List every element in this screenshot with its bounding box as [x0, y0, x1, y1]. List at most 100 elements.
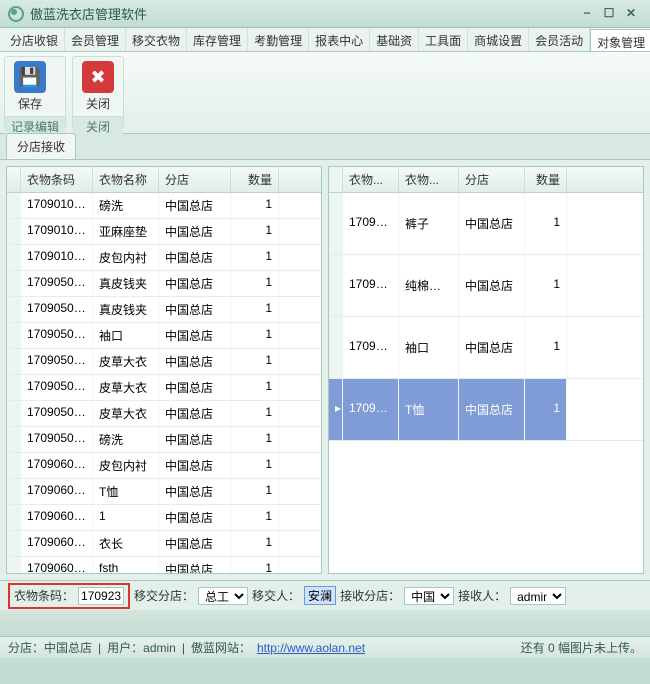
cell-qty: 1: [231, 297, 279, 322]
col-header[interactable]: 分店: [459, 167, 525, 192]
cell-code: 170923...: [343, 193, 399, 254]
table-row[interactable]: 1709050 0...真皮钱夹中国总店1: [7, 297, 321, 323]
window-title: 傲蓝洗衣店管理软件: [30, 4, 576, 23]
table-row[interactable]: 1709050 0...真皮钱夹中国总店1: [7, 271, 321, 297]
cell-qty: 1: [231, 349, 279, 374]
cell-shop: 中国总店: [159, 245, 231, 270]
cell-code: 1709050 0...: [21, 401, 93, 426]
status-user: 用户：admin: [107, 639, 176, 656]
statusbar: 分店：中国总店 | 用户：admin | 傲蓝网站： http://www.ao…: [0, 636, 650, 658]
table-row[interactable]: 1709050 0...皮草大衣中国总店1: [7, 349, 321, 375]
menu-item[interactable]: 分店收银: [4, 28, 65, 51]
minimize-button[interactable]: −: [576, 5, 598, 23]
cell-name: 裤子: [399, 193, 459, 254]
cell-code: 1709060 0...: [21, 479, 93, 504]
table-row[interactable]: 1709060 0...皮包内衬中国总店1: [7, 453, 321, 479]
cell-shop: 中国总店: [159, 193, 231, 218]
cell-code: 1709060 0...: [21, 453, 93, 478]
menu-item[interactable]: 报表中心: [309, 28, 370, 51]
maximize-button[interactable]: ☐: [598, 5, 620, 23]
cell-code: 170909...: [343, 317, 399, 378]
barcode-highlight: 衣物条码：: [8, 583, 130, 609]
menu-item[interactable]: 工具面: [419, 28, 468, 51]
col-header[interactable]: 数量: [525, 167, 567, 192]
cell-code: 1709050 0...: [21, 297, 93, 322]
table-row[interactable]: 1709060 0...衣长中国总店1: [7, 531, 321, 557]
cell-name: 皮草大衣: [93, 401, 159, 426]
transfer-shop-label: 移交分店：: [134, 587, 194, 604]
bottom-bar: 衣物条码： 移交分店： 总工厂 移交人： 安澜 接收分店： 中国总 接收人： a…: [0, 580, 650, 610]
table-row[interactable]: 170923...纯棉衬衫中国总店1: [329, 255, 643, 317]
table-row[interactable]: 1709010 0...磅洗中国总店1: [7, 193, 321, 219]
table-row[interactable]: 1709050 0...袖口中国总店1: [7, 323, 321, 349]
cell-shop: 中国总店: [159, 349, 231, 374]
ribbon: 💾保存记录编辑✖关闭关闭: [0, 52, 650, 134]
table-row[interactable]: 1709050 0...磅洗中国总店1: [7, 427, 321, 453]
cell-shop: 中国总店: [159, 531, 231, 556]
col-header[interactable]: 衣物名称: [93, 167, 159, 192]
cell-name: 皮包内衬: [93, 245, 159, 270]
cell-shop: 中国总店: [159, 401, 231, 426]
cell-code: 1709050 0...: [21, 271, 93, 296]
cell-qty: 1: [525, 379, 567, 440]
close-button-icon: ✖: [82, 61, 114, 93]
table-row[interactable]: 1709060 0...fsth中国总店1: [7, 557, 321, 573]
col-header[interactable]: 衣物条码: [21, 167, 93, 192]
close-button[interactable]: ✖关闭: [75, 59, 121, 114]
cell-shop: 中国总店: [159, 271, 231, 296]
col-header[interactable]: 衣物...: [399, 167, 459, 192]
col-header[interactable]: 分店: [159, 167, 231, 192]
menu-item[interactable]: 考勤管理: [248, 28, 309, 51]
table-row[interactable]: 1709060 0...1中国总店1: [7, 505, 321, 531]
status-site-link[interactable]: http://www.aolan.net: [257, 641, 365, 655]
table-row[interactable]: 170923...裤子中国总店1: [329, 193, 643, 255]
ribbon-caption: 关闭: [73, 116, 123, 136]
transfer-person-select[interactable]: 安澜: [304, 586, 336, 605]
table-row[interactable]: 170909...袖口中国总店1: [329, 317, 643, 379]
content-area: 衣物条码 衣物名称 分店 数量 1709010 0...磅洗中国总店117090…: [0, 160, 650, 580]
menu-item[interactable]: 移交衣物: [126, 28, 187, 51]
transfer-shop-select[interactable]: 总工厂: [198, 587, 248, 605]
table-row[interactable]: 1709010 0...亚麻座垫中国总店1: [7, 219, 321, 245]
left-grid-body[interactable]: 1709010 0...磅洗中国总店11709010 0...亚麻座垫中国总店1…: [7, 193, 321, 573]
row-indicator-icon: [329, 193, 343, 254]
menu-item[interactable]: 基础资: [370, 28, 419, 51]
menu-item[interactable]: 对象管理: [590, 29, 650, 52]
cell-shop: 中国总店: [159, 479, 231, 504]
cell-shop: 中国总店: [159, 375, 231, 400]
menu-item[interactable]: 商城设置: [468, 28, 529, 51]
tab-branch-receive[interactable]: 分店接收: [6, 133, 76, 159]
cell-qty: 1: [231, 557, 279, 573]
table-row[interactable]: 1709050 0...皮草大衣中国总店1: [7, 401, 321, 427]
receive-shop-select[interactable]: 中国总: [404, 587, 454, 605]
save-button-icon: 💾: [14, 61, 46, 93]
menu-item[interactable]: 库存管理: [187, 28, 248, 51]
col-header[interactable]: 数量: [231, 167, 279, 192]
cell-code: 1709010 0...: [21, 219, 93, 244]
cell-code: 1709060 0...: [21, 531, 93, 556]
left-grid: 衣物条码 衣物名称 分店 数量 1709010 0...磅洗中国总店117090…: [6, 166, 322, 574]
cell-shop: 中国总店: [459, 379, 525, 440]
cell-code: 170920...: [343, 379, 399, 440]
row-indicator-icon: [329, 317, 343, 378]
menu-item[interactable]: 会员活动: [529, 28, 590, 51]
table-row[interactable]: 1709060 0...T恤中国总店1: [7, 479, 321, 505]
table-row[interactable]: 1709010 0...皮包内衬中国总店1: [7, 245, 321, 271]
right-grid-body[interactable]: 170923...裤子中国总店1170923...纯棉衬衫中国总店1170909…: [329, 193, 643, 573]
barcode-input[interactable]: [78, 587, 124, 605]
window-close-button[interactable]: ✕: [620, 5, 642, 23]
menu-item[interactable]: 会员管理: [65, 28, 126, 51]
table-row[interactable]: 1709050 0...皮草大衣中国总店1: [7, 375, 321, 401]
cell-qty: 1: [231, 219, 279, 244]
cell-name: 纯棉衬衫: [399, 255, 459, 316]
cell-qty: 1: [525, 255, 567, 316]
table-row[interactable]: ▸170920...T恤中国总店1: [329, 379, 643, 441]
cell-name: 皮包内衬: [93, 453, 159, 478]
col-header[interactable]: 衣物...: [343, 167, 399, 192]
cell-shop: 中国总店: [159, 323, 231, 348]
status-shop: 分店：中国总店: [8, 639, 92, 656]
barcode-label: 衣物条码：: [14, 587, 74, 604]
receive-person-select[interactable]: admin: [510, 587, 566, 605]
cell-code: 1709050 0...: [21, 375, 93, 400]
save-button[interactable]: 💾保存: [7, 59, 53, 114]
